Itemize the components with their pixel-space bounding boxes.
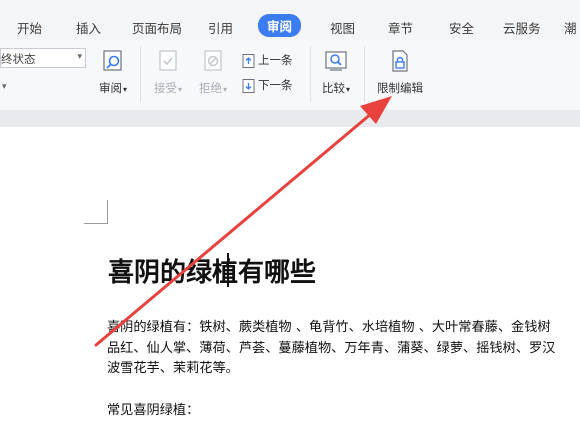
markup-status-dropdown[interactable]: 终状态 ▾	[0, 48, 86, 68]
tab-references[interactable]: 引用	[208, 18, 233, 37]
chevron-down-icon: ▾	[77, 52, 82, 62]
previous-change-label: 上一条	[258, 53, 293, 67]
arrow-up-doc-icon	[242, 53, 255, 68]
compare-button[interactable]: 比较▾	[319, 50, 353, 96]
compare-icon	[325, 50, 347, 72]
divider	[364, 46, 365, 102]
chevron-down-icon[interactable]: ▾	[2, 82, 7, 92]
restrict-editing-button[interactable]: 限制编辑	[374, 50, 426, 96]
compare-label: 比较	[321, 81, 345, 95]
tab-page-layout[interactable]: 页面布局	[132, 18, 182, 37]
tab-partial[interactable]: 潮	[564, 18, 577, 37]
arrow-down-doc-icon	[242, 78, 255, 93]
ribbon-tab-bar: 开始 插入 页面布局 引用 审阅 视图 章节 安全 云服务 潮	[0, 0, 580, 40]
section-heading[interactable]: 常见喜阴绿植：	[107, 401, 199, 421]
document-heading[interactable]: 喜阴的绿植有哪些	[108, 252, 316, 289]
tab-section[interactable]: 章节	[388, 18, 413, 37]
margin-corner-mark	[84, 223, 108, 224]
review-icon	[102, 50, 124, 72]
reject-icon	[202, 50, 224, 72]
tab-review[interactable]: 审阅	[258, 14, 302, 37]
tab-view[interactable]: 视图	[330, 18, 355, 37]
accept-icon	[157, 50, 179, 72]
reject-button[interactable]: 拒绝▾	[196, 50, 230, 96]
tab-cloud-service[interactable]: 云服务	[503, 18, 541, 37]
next-change-button[interactable]: 下一条	[242, 77, 293, 93]
review-label: 审阅	[98, 81, 122, 95]
tab-insert[interactable]: 插入	[76, 18, 101, 37]
margin-corner-mark	[107, 200, 108, 224]
markup-status-value: 终状态	[1, 52, 36, 66]
ribbon-bottom-bar	[0, 110, 580, 127]
tab-start[interactable]: 开始	[17, 18, 42, 37]
divider	[140, 46, 141, 102]
divider	[310, 46, 311, 102]
accept-button[interactable]: 接受▾	[151, 50, 185, 96]
accept-label: 接受	[153, 81, 177, 95]
paragraph-line[interactable]: 品红、仙人掌、薄荷、芦荟、蔓藤植物、万年青、蒲葵、绿萝、摇钱树、罗汉	[107, 339, 555, 359]
restrict-editing-label: 限制编辑	[377, 81, 423, 95]
reject-label: 拒绝	[198, 81, 222, 95]
lock-document-icon	[389, 50, 411, 72]
next-change-label: 下一条	[258, 78, 293, 92]
review-button[interactable]: 审阅▾	[96, 50, 130, 96]
review-ribbon: 终状态 ▾ ▾ 审阅▾ 接受▾ 拒绝▾ 上一条 下一条 比较▾ 限制编辑	[0, 40, 580, 110]
paragraph-line[interactable]: 波雪花芋、茉莉花等。	[107, 359, 239, 379]
heading-text-part: 喜阴的绿	[108, 258, 213, 288]
previous-change-button[interactable]: 上一条	[242, 52, 293, 68]
text-cursor	[227, 253, 229, 287]
paragraph-line[interactable]: 喜阴的绿植有：铁树、蕨类植物 、龟背竹、水培植物 、大叶常春藤、金钱树	[107, 318, 551, 338]
tab-security[interactable]: 安全	[449, 18, 474, 37]
